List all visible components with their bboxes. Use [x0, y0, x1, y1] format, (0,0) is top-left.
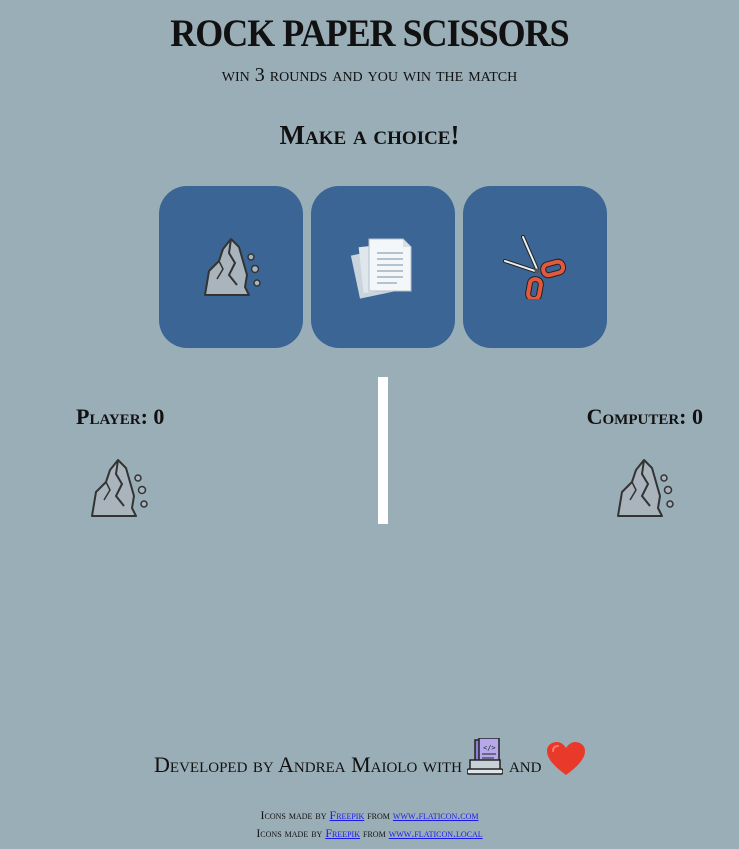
game-subtitle: win 3 rounds and you win the match	[221, 64, 518, 86]
developer-credit: Developed by Andrea Maiolo with </> and	[0, 737, 739, 782]
player-pick	[88, 456, 152, 524]
icon-credits: Icons made by Freepik from www.flaticon.…	[0, 806, 739, 842]
computer-score-label: Computer:	[586, 404, 687, 429]
flaticon-link[interactable]: www.flaticon.local	[389, 826, 483, 840]
rock-button[interactable]	[159, 186, 303, 348]
freepik-link[interactable]: Freepik	[330, 808, 365, 822]
credit-middle: from	[367, 808, 390, 822]
computer-score: Computer: 0	[587, 404, 703, 430]
game-title: ROCK PAPER SCISSORS	[170, 11, 569, 55]
developed-text: Developed by Andrea Maiolo with	[154, 752, 462, 777]
heart-icon	[546, 742, 585, 782]
paper-icon	[351, 238, 412, 299]
svg-text:</>: </>	[483, 744, 496, 752]
freepik-link[interactable]: Freepik	[325, 826, 360, 840]
computer-score-value: 0	[692, 404, 703, 429]
computer-pick	[614, 456, 678, 524]
paper-button[interactable]	[311, 186, 455, 348]
rock-icon	[204, 238, 261, 296]
credit-line: Icons made by Freepik from www.flaticon.…	[0, 806, 739, 824]
player-score-label: Player:	[76, 404, 148, 429]
credit-middle: from	[363, 826, 386, 840]
credit-prefix: Icons made by	[256, 826, 323, 840]
player-score: Player: 0	[76, 404, 164, 430]
laptop-code-icon: </>	[466, 737, 505, 782]
score-divider	[378, 377, 388, 524]
flaticon-link[interactable]: www.flaticon.com	[393, 808, 479, 822]
and-text: and	[508, 752, 542, 777]
rock-icon	[91, 459, 148, 517]
rock-icon	[617, 459, 674, 517]
choice-prompt: Make a choice!	[279, 120, 460, 150]
player-score-value: 0	[153, 404, 165, 429]
credit-line: Icons made by Freepik from www.flaticon.…	[0, 824, 739, 842]
scissors-icon	[503, 235, 567, 299]
scissors-button[interactable]	[463, 186, 607, 348]
choice-buttons	[159, 186, 607, 348]
credit-prefix: Icons made by	[260, 808, 327, 822]
